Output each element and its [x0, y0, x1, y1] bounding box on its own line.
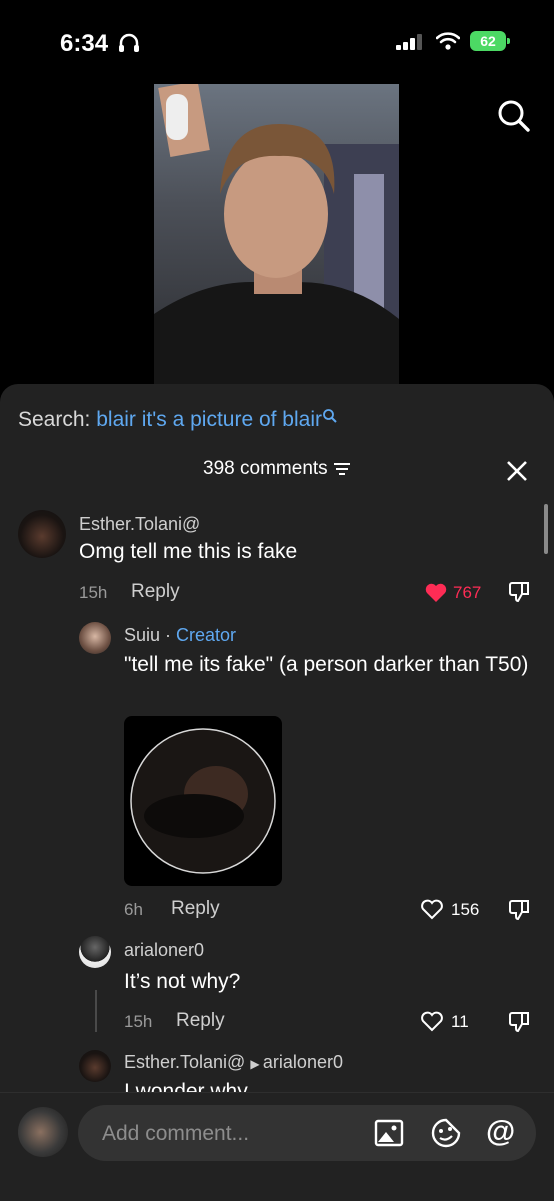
comment-username-row: Esther.Tolani@ ▶ arialoner0 [124, 1052, 343, 1073]
avatar[interactable] [18, 510, 66, 558]
reply-button[interactable]: Reply [171, 898, 220, 920]
reply-arrow-icon: ▶ [250, 1057, 263, 1071]
headphones-icon [118, 33, 140, 58]
video-thumbnail-person [154, 84, 399, 384]
reply-item: arialoner0 It’s not why? 15h Reply 11 [0, 936, 554, 1046]
search-suggestion[interactable]: Search: blair it's a picture of blair [18, 408, 338, 432]
search-icon[interactable] [496, 98, 532, 139]
wifi-icon [435, 32, 461, 55]
creator-badge: Creator [176, 625, 237, 645]
dislike-icon[interactable] [508, 898, 532, 927]
comment-input-bar: @ [0, 1092, 554, 1201]
dislike-icon[interactable] [508, 580, 532, 609]
emoji-sticker-icon[interactable] [430, 1117, 462, 1154]
avatar[interactable] [79, 936, 111, 968]
reply-item: Esther.Tolani@ ▶ arialoner0 I wonder why [0, 1046, 554, 1092]
comment-username[interactable]: arialoner0 [124, 940, 204, 961]
heart-filled-icon[interactable] [424, 581, 448, 608]
image-icon[interactable] [374, 1119, 404, 1152]
avatar[interactable] [79, 622, 111, 654]
close-icon[interactable] [506, 460, 528, 487]
thread-line [95, 990, 97, 1032]
comments-header: 398 comments [0, 458, 554, 480]
reply-to-username[interactable]: arialoner0 [263, 1052, 343, 1072]
cellular-signal-icon [396, 34, 424, 55]
reply-button[interactable]: Reply [131, 581, 180, 603]
heart-outline-icon[interactable] [420, 898, 444, 925]
comment-text: "tell me its fake" (a person darker than… [124, 653, 529, 676]
dislike-icon[interactable] [508, 1010, 532, 1039]
comment-item: Esther.Tolani@ Omg tell me this is fake … [0, 504, 554, 614]
reply-item: Suiu · Creator "tell me its fake" (a per… [0, 616, 554, 926]
comment-username-row: Suiu · Creator [124, 625, 237, 645]
like-count: 11 [451, 1012, 469, 1031]
heart-outline-icon[interactable] [420, 1010, 444, 1037]
avatar[interactable] [79, 1050, 111, 1082]
battery-indicator: 62 [470, 31, 510, 51]
small-search-icon [322, 408, 338, 431]
battery-level: 62 [480, 33, 496, 49]
comment-text: I wonder why [124, 1080, 248, 1092]
status-time: 6:34 [60, 30, 109, 57]
search-query[interactable]: blair it's a picture of blair [96, 408, 322, 431]
filter-icon[interactable] [333, 458, 351, 479]
reply-button[interactable]: Reply [176, 1010, 225, 1032]
comment-time: 15h [79, 583, 108, 602]
comments-sheet: Search: blair it's a picture of blair 39… [0, 384, 554, 1200]
mention-icon[interactable]: @ [486, 1115, 515, 1149]
comment-image[interactable] [124, 716, 282, 886]
comment-username[interactable]: Esther.Tolani@ [124, 1052, 245, 1072]
video-preview[interactable] [154, 84, 399, 384]
like-count: 767 [453, 583, 482, 602]
profile-photo-thumbnail [130, 728, 276, 874]
comment-text: Omg tell me this is fake [79, 540, 298, 563]
comment-input-container[interactable]: @ [78, 1105, 536, 1163]
my-avatar[interactable] [18, 1107, 68, 1157]
comment-username[interactable]: Esther.Tolani@ [79, 514, 200, 535]
comment-username[interactable]: Suiu [124, 625, 160, 645]
add-comment-input[interactable] [100, 1105, 364, 1163]
like-count: 156 [451, 900, 480, 919]
comment-text: It’s not why? [124, 970, 241, 993]
search-label: Search: [18, 408, 91, 431]
status-bar: 6:34 62 [0, 0, 554, 84]
comments-count: 398 comments [203, 458, 328, 479]
comment-time: 15h [124, 1012, 153, 1031]
comment-time: 6h [124, 900, 143, 919]
